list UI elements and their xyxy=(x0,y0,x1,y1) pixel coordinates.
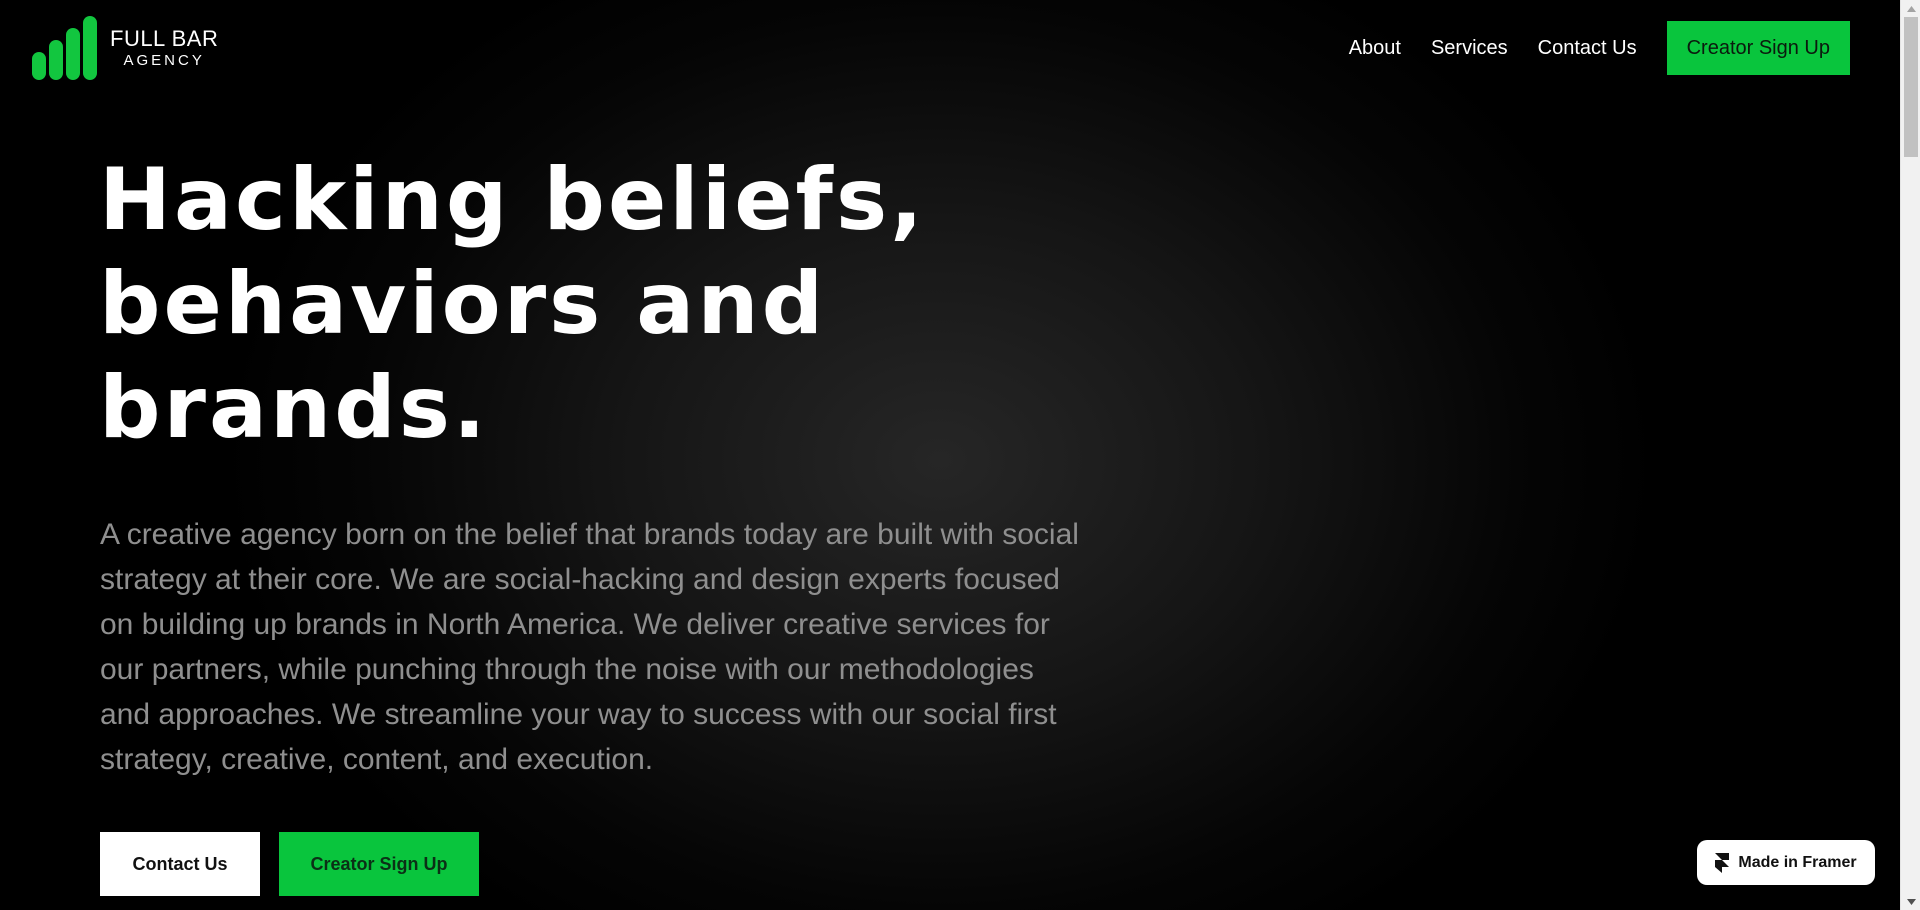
headline-line-1: Hacking beliefs, xyxy=(99,150,926,250)
nav-link-contact-us[interactable]: Contact Us xyxy=(1538,37,1637,60)
headline-line-3: brands. xyxy=(99,358,489,458)
contact-us-button[interactable]: Contact Us xyxy=(100,832,260,896)
scroll-down-arrow-icon[interactable] xyxy=(1901,893,1920,910)
nav-link-about[interactable]: About xyxy=(1349,37,1401,60)
logo[interactable]: FULL BAR AGENCY xyxy=(32,16,218,80)
logo-text: FULL BAR AGENCY xyxy=(110,28,218,70)
logo-title: FULL BAR xyxy=(110,26,219,51)
bar-chart-logo-icon xyxy=(32,16,98,80)
vertical-scrollbar[interactable] xyxy=(1900,0,1920,910)
made-in-framer-badge[interactable]: Made in Framer xyxy=(1697,840,1875,885)
nav-creator-signup-button[interactable]: Creator Sign Up xyxy=(1666,21,1850,75)
hero-description: A creative agency born on the belief tha… xyxy=(100,518,1079,776)
nav-link-services[interactable]: Services xyxy=(1431,37,1508,60)
page: FULL BAR AGENCY About Services Contact U… xyxy=(0,0,1900,910)
hero-headline: Hacking beliefs, behaviors and brands. xyxy=(99,148,999,460)
main-nav: About Services Contact Us Creator Sign U… xyxy=(1349,21,1850,75)
badge-label: Made in Framer xyxy=(1738,853,1857,871)
framer-icon xyxy=(1715,852,1730,873)
creator-signup-button[interactable]: Creator Sign Up xyxy=(279,832,479,896)
logo-subtitle: AGENCY xyxy=(123,52,205,69)
scroll-up-arrow-icon[interactable] xyxy=(1901,0,1920,17)
headline-line-2: behaviors and xyxy=(99,254,827,354)
hero-cta-row: Contact Us Creator Sign Up xyxy=(100,832,479,896)
scrollbar-thumb[interactable] xyxy=(1904,17,1918,157)
